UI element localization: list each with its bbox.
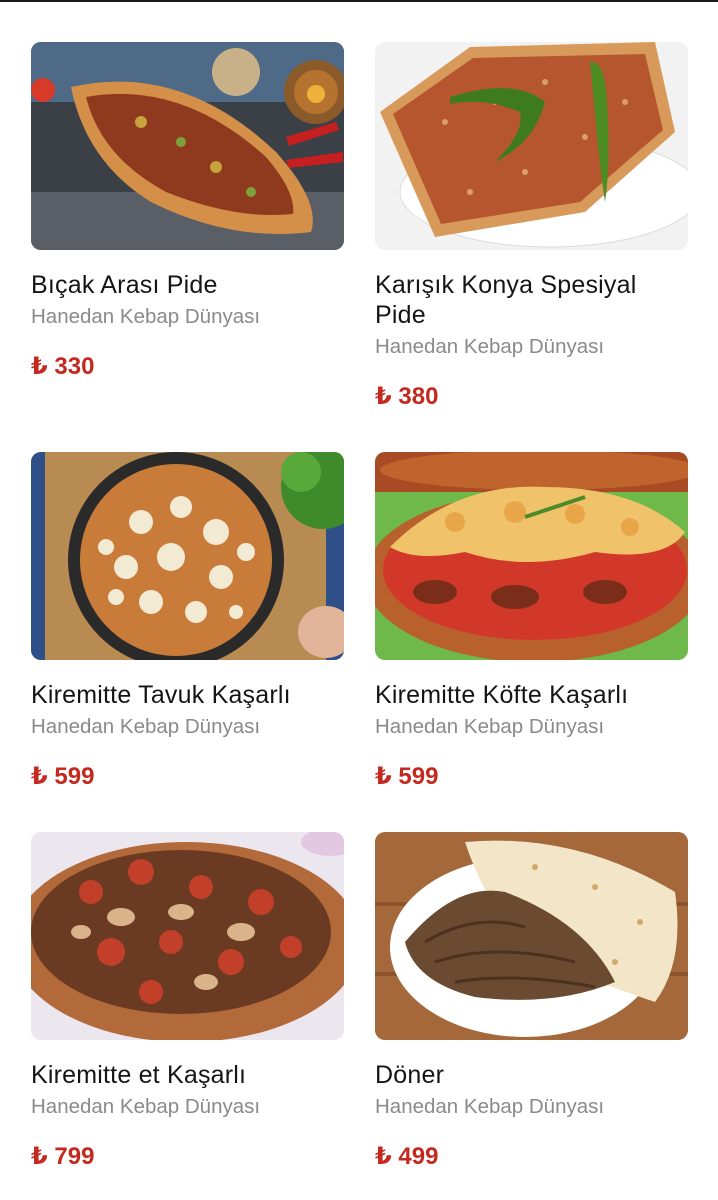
product-price: ₺ 380 xyxy=(375,383,439,410)
vendor-name: Hanedan Kebap Dünyası xyxy=(31,715,261,738)
product-price: ₺ 330 xyxy=(31,353,95,380)
product-price: ₺ 599 xyxy=(31,763,95,790)
product-card-kiremitte-kofte-kasarli[interactable]: Kiremitte Köfte Kaşarlı Hanedan Kebap Dü… xyxy=(375,452,688,792)
product-title: Döner xyxy=(375,1061,445,1089)
product-price: ₺ 499 xyxy=(375,1143,439,1170)
product-card-kiremitte-tavuk-kasarli[interactable]: Kiremitte Tavuk Kaşarlı Hanedan Kebap Dü… xyxy=(31,452,344,792)
product-price: ₺ 799 xyxy=(31,1143,95,1170)
product-title: Karışık Konya Spesiyal Pide xyxy=(375,271,637,329)
product-title: Kiremitte Tavuk Kaşarlı xyxy=(31,681,291,709)
product-card-doner[interactable]: Döner Hanedan Kebap Dünyası ₺ 499 xyxy=(375,832,688,1172)
vendor-name: Hanedan Kebap Dünyası xyxy=(375,335,605,358)
product-title: Kiremitte et Kaşarlı xyxy=(31,1061,247,1089)
product-price: ₺ 599 xyxy=(375,763,439,790)
meat-cheese-clay-dish-image[interactable] xyxy=(31,832,344,1040)
vendor-name: Hanedan Kebap Dünyası xyxy=(31,305,261,328)
product-card-karisik-konya-spesiyal-pide[interactable]: Karışık Konya Spesiyal Pide Hanedan Keba… xyxy=(375,42,688,412)
top-divider xyxy=(0,0,718,2)
product-title: Bıçak Arası Pide xyxy=(31,271,218,299)
doner-wrap-image[interactable] xyxy=(375,832,688,1040)
konya-flat-pide-image[interactable] xyxy=(375,42,688,250)
pide-with-meat-image[interactable] xyxy=(31,42,344,250)
vendor-name: Hanedan Kebap Dünyası xyxy=(375,1095,605,1118)
chicken-cheese-pan-image[interactable] xyxy=(31,452,344,660)
vendor-name: Hanedan Kebap Dünyası xyxy=(375,715,605,738)
product-title: Kiremitte Köfte Kaşarlı xyxy=(375,681,629,709)
product-card-bicak-arasi-pide[interactable]: Bıçak Arası Pide Hanedan Kebap Dünyası ₺… xyxy=(31,42,344,382)
meatball-cheese-clay-dish-image[interactable] xyxy=(375,452,688,660)
product-card-kiremitte-et-kasarli[interactable]: Kiremitte et Kaşarlı Hanedan Kebap Dünya… xyxy=(31,832,344,1172)
vendor-name: Hanedan Kebap Dünyası xyxy=(31,1095,261,1118)
